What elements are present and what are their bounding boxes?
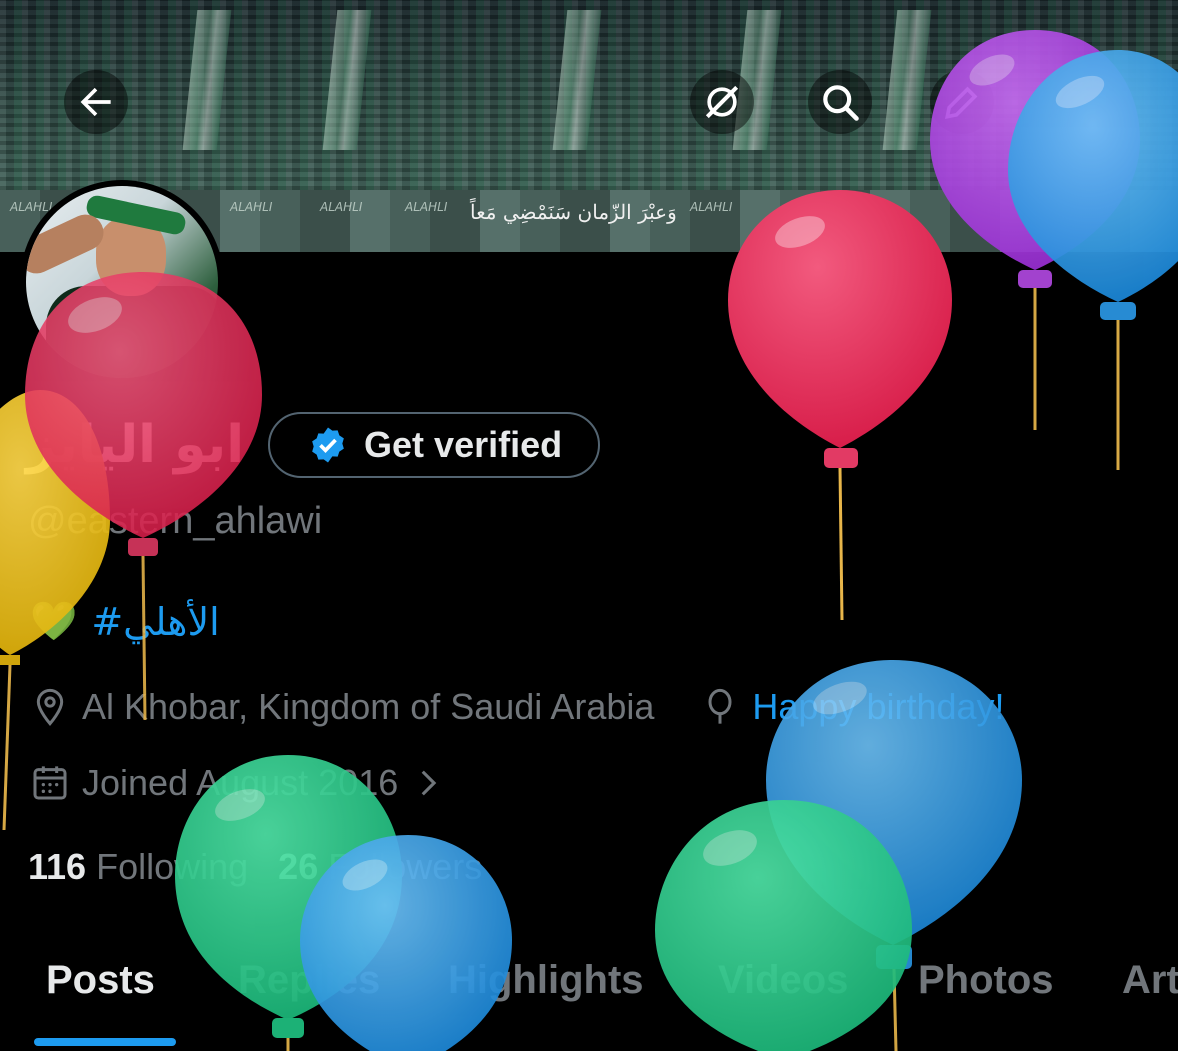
balloon-red-right [728,190,952,621]
banner-brand-text: ALAHLI [405,200,448,214]
banner-caption: وَعبْرَ الزّمان سَنَمْضِي مَعاً [470,200,677,224]
location-text: Al Khobar, Kingdom of Saudi Arabia [82,686,655,727]
tab-replies[interactable]: Replies [238,958,380,1003]
balloon-icon [708,688,732,724]
tab-photos[interactable]: Photos [918,958,1054,1003]
profile-tabs: Posts Replies Highlights Videos Photos A… [0,950,1178,1051]
search-icon [823,85,859,121]
user-handle: @eastern_ahlawi [28,500,323,542]
grok-icon [705,85,739,119]
pencil-icon [944,86,978,120]
bio-hashtag-link[interactable]: #الأهلي [91,600,219,644]
tab-posts[interactable]: Posts [46,958,155,1003]
tab-articles[interactable]: Art [1122,958,1178,1003]
display-name: ابو اليايز [26,415,245,475]
profile-meta-row: Al Khobar, Kingdom of Saudi Arabia Happy… [30,686,1005,728]
following-label: Following [96,846,249,887]
tab-videos[interactable]: Videos [718,958,848,1003]
get-verified-label: Get verified [364,424,563,465]
edit-button[interactable] [930,70,994,134]
followers-label: Followers [328,846,483,887]
arrow-left-icon [80,87,111,117]
tab-highlights[interactable]: Highlights [448,958,644,1003]
birthday-link[interactable]: Happy birthday! [752,686,1004,728]
calendar-icon [33,766,67,800]
back-button[interactable] [64,70,128,134]
profile-avatar[interactable] [20,180,224,384]
avatar-image [26,186,218,378]
chevron-right-icon [421,770,437,796]
follow-stats: 116 Following 26 Followers [28,846,482,888]
green-heart-emoji: 💚 [30,601,78,643]
name-row: ابو اليايز Get verified [26,412,601,478]
banner-brand-text: ALAHLI [690,200,733,214]
followers-count: 26 [278,846,319,887]
banner-brand-text: ALAHLI [320,200,363,214]
following-count: 116 [28,846,87,887]
location-pin-icon [36,688,64,726]
banner-brand-text: ALAHLI [230,200,273,214]
joined-row[interactable]: Joined August 2016 [30,762,444,804]
grok-button[interactable] [690,70,754,134]
following-link[interactable]: 116 Following [28,846,248,888]
followers-link[interactable]: 26 Followers [278,846,482,888]
search-button[interactable] [808,70,872,134]
verified-badge-icon [312,427,344,463]
joined-text: Joined August 2016 [82,762,399,803]
get-verified-button[interactable]: Get verified [268,412,601,478]
bio: 💚 #الأهلي [30,600,220,644]
active-tab-indicator [34,1038,176,1046]
